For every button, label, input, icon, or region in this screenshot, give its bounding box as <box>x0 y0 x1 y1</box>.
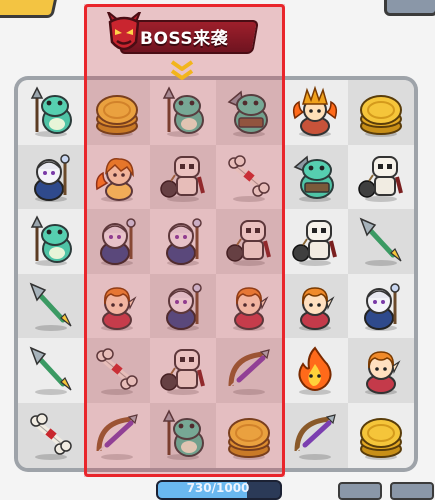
gold-coin-icon[interactable] <box>348 403 414 468</box>
board-cell[interactable] <box>150 144 216 211</box>
hp-text: 730/1000 <box>186 481 250 495</box>
board-cell[interactable] <box>348 209 414 274</box>
board-cell[interactable] <box>84 403 150 468</box>
elf-girl-icon[interactable] <box>348 338 414 404</box>
spear-tip-icon[interactable] <box>18 338 84 404</box>
skeleton-bomb-icon[interactable] <box>150 338 216 404</box>
bottom-button-1[interactable] <box>338 482 382 500</box>
board-cell[interactable] <box>282 209 348 274</box>
bone-icon[interactable] <box>84 338 150 404</box>
chevron-down-icon <box>170 60 194 80</box>
spear-tip-icon[interactable] <box>18 274 84 340</box>
board-cell[interactable] <box>348 273 414 340</box>
board-cell[interactable] <box>282 144 348 211</box>
frog-spear-icon[interactable] <box>150 80 216 146</box>
skeleton-bomb-icon[interactable] <box>282 209 348 275</box>
top-left-button[interactable] <box>0 0 59 18</box>
skeleton-bomb-icon[interactable] <box>348 145 414 211</box>
board-cell[interactable] <box>18 273 84 340</box>
fire-girl-icon[interactable] <box>84 145 150 211</box>
mage-white-icon[interactable] <box>348 274 414 340</box>
board-cell[interactable] <box>282 338 348 403</box>
board-cell[interactable] <box>18 209 84 274</box>
board-cell[interactable] <box>84 144 150 211</box>
board-cell[interactable] <box>216 80 282 145</box>
mage-white-icon[interactable] <box>18 145 84 211</box>
board-cell[interactable] <box>216 273 282 340</box>
board-cell[interactable] <box>84 273 150 340</box>
frog-spear-icon[interactable] <box>18 80 84 146</box>
crossbow-icon[interactable] <box>282 403 348 468</box>
gold-coin-icon[interactable] <box>348 80 414 146</box>
frog-spear-icon[interactable] <box>150 403 216 468</box>
elf-girl-icon[interactable] <box>282 274 348 340</box>
board-cell[interactable] <box>150 338 216 403</box>
elf-girl-icon[interactable] <box>84 274 150 340</box>
board-cell[interactable] <box>348 403 414 468</box>
skeleton-bomb-icon[interactable] <box>216 209 282 275</box>
frog-mech-icon[interactable] <box>282 145 348 211</box>
board-cell[interactable] <box>348 144 414 211</box>
frog-spear-icon[interactable] <box>18 209 84 275</box>
board-cell[interactable] <box>84 209 150 274</box>
top-right-button[interactable] <box>384 0 435 16</box>
board-cell[interactable] <box>216 144 282 211</box>
board-cell[interactable] <box>150 80 216 145</box>
crossbow-icon[interactable] <box>216 338 282 404</box>
board-cell[interactable] <box>282 273 348 340</box>
board-cell[interactable] <box>216 338 282 403</box>
game-board <box>18 80 414 468</box>
gold-coin-icon[interactable] <box>84 80 150 146</box>
board-cell[interactable] <box>84 80 150 145</box>
bone-icon[interactable] <box>216 145 282 211</box>
board-cell[interactable] <box>348 80 414 145</box>
mage-white-icon[interactable] <box>150 274 216 340</box>
mage-white-icon[interactable] <box>84 209 150 275</box>
bone-icon[interactable] <box>18 403 84 468</box>
board-cell[interactable] <box>18 403 84 468</box>
board-cell[interactable] <box>84 338 150 403</box>
board-cell[interactable] <box>282 80 348 145</box>
crossbow-icon[interactable] <box>84 403 150 468</box>
board-cell[interactable] <box>216 209 282 274</box>
gold-coin-icon[interactable] <box>216 403 282 468</box>
boss-banner-text: BOSS来袭 <box>140 29 229 49</box>
elf-girl-icon[interactable] <box>216 274 282 340</box>
boss-devil-crest-icon <box>106 12 142 51</box>
board-cell[interactable] <box>18 338 84 403</box>
board-cell[interactable] <box>150 273 216 340</box>
frog-mech-icon[interactable] <box>216 80 282 146</box>
board-cell[interactable] <box>216 403 282 468</box>
board-cell[interactable] <box>282 403 348 468</box>
board-cell[interactable] <box>18 144 84 211</box>
board-cell[interactable] <box>150 209 216 274</box>
bottom-button-2[interactable] <box>390 482 434 500</box>
skeleton-bomb-icon[interactable] <box>150 145 216 211</box>
board-cell[interactable] <box>348 338 414 403</box>
mage-white-icon[interactable] <box>150 209 216 275</box>
fire-chief-icon[interactable] <box>282 80 348 146</box>
fire-spirit-icon[interactable] <box>282 338 348 404</box>
board-cell[interactable] <box>150 403 216 468</box>
board-cell[interactable] <box>18 80 84 145</box>
spear-tip-icon[interactable] <box>348 209 414 275</box>
